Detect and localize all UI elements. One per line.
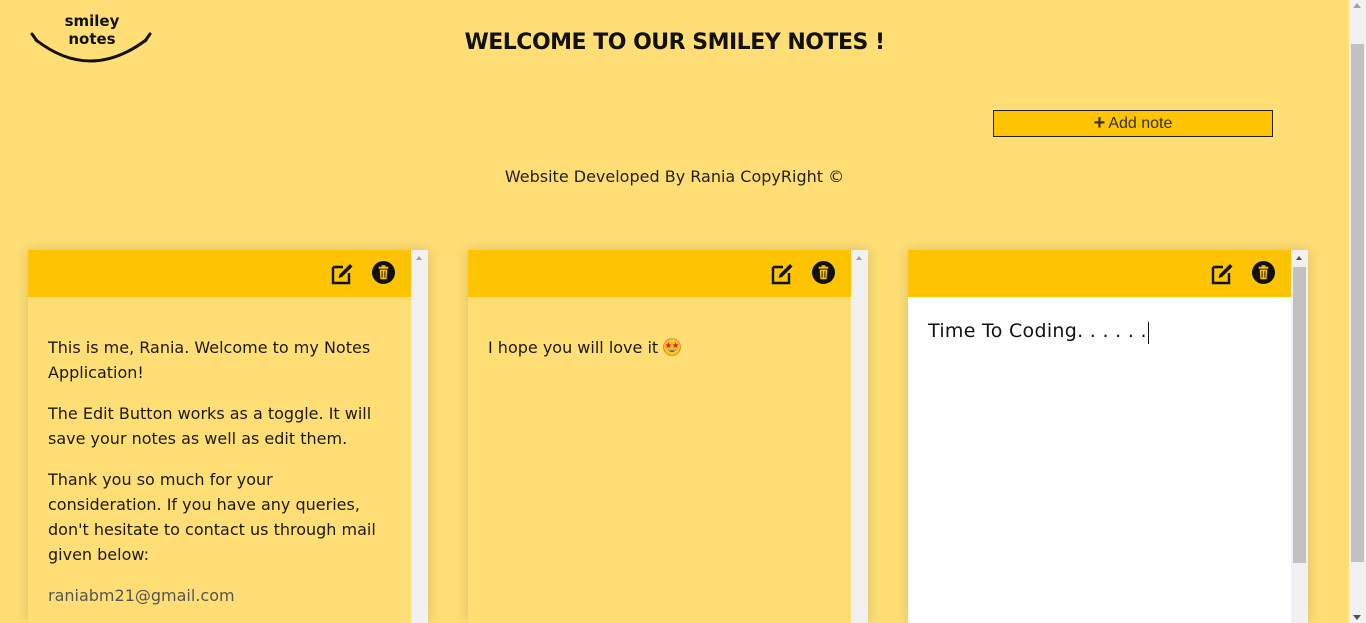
- note-paragraph: The Edit Button works as a toggle. It wi…: [48, 404, 372, 448]
- trash-icon[interactable]: [372, 261, 395, 284]
- edit-icon[interactable]: [770, 262, 794, 286]
- trash-icon[interactable]: [812, 261, 835, 284]
- scroll-thumb[interactable]: [1351, 44, 1364, 562]
- note-header: [468, 250, 851, 297]
- note-editor[interactable]: Time To Coding. . . . . .: [908, 297, 1291, 623]
- note-scrollbar[interactable]: [411, 250, 428, 623]
- footer-credit: Website Developed By Rania CopyRight ©: [504, 167, 845, 186]
- note-card: I hope you will love it: [468, 250, 868, 623]
- note-textarea-value[interactable]: Time To Coding. . . . . .: [928, 320, 1147, 342]
- note-content: I hope you will love it: [468, 297, 851, 623]
- edit-icon[interactable]: [1210, 262, 1234, 286]
- note-paragraph: Thank you so much for your consideration…: [48, 470, 376, 564]
- trash-icon[interactable]: [1252, 261, 1275, 284]
- page-scrollbar[interactable]: [1349, 0, 1366, 623]
- note-card: This is me, Rania. Welcome to my Notes A…: [28, 250, 428, 623]
- add-note-label: Add note: [1108, 114, 1173, 132]
- scroll-up-arrow[interactable]: [1296, 256, 1302, 260]
- note-text: I hope you will love it: [488, 338, 659, 357]
- note-scrollbar[interactable]: [1291, 250, 1308, 623]
- note-content: This is me, Rania. Welcome to my Notes A…: [28, 297, 411, 623]
- scroll-up-arrow[interactable]: [856, 256, 862, 260]
- scroll-up-arrow[interactable]: [416, 256, 422, 260]
- page-title: WELCOME TO OUR SMILEY NOTES !: [464, 30, 885, 55]
- contact-email: raniabm21@gmail.com: [48, 586, 235, 605]
- plus-icon: +: [1093, 111, 1106, 134]
- scroll-up-arrow[interactable]: [1353, 3, 1361, 8]
- scroll-thumb[interactable]: [1293, 267, 1306, 563]
- add-note-button[interactable]: + Add note: [993, 110, 1273, 137]
- star-struck-emoji-icon: [663, 338, 682, 356]
- note-paragraph: I hope you will love it: [488, 335, 831, 360]
- note-scrollbar[interactable]: [851, 250, 868, 623]
- note-header: [908, 250, 1291, 297]
- note-card: Time To Coding. . . . . .: [908, 250, 1308, 623]
- edit-icon[interactable]: [330, 262, 354, 286]
- note-header: [28, 250, 411, 297]
- scroll-down-arrow[interactable]: [1353, 615, 1361, 620]
- text-caret: [1147, 321, 1149, 344]
- note-paragraph: This is me, Rania. Welcome to my Notes A…: [48, 338, 371, 382]
